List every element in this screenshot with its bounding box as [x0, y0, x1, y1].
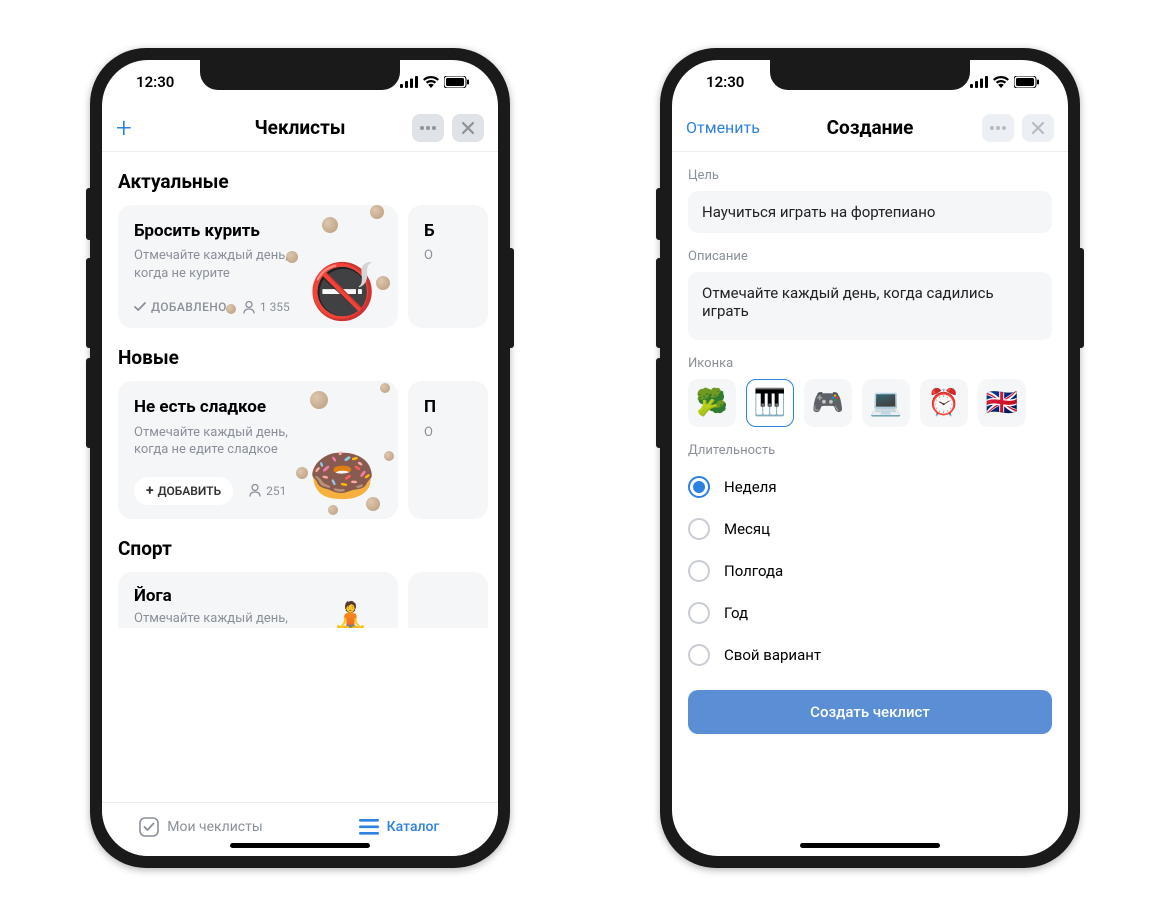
- phone-left: 12:30 + Чеклисты Актуальные: [90, 48, 510, 868]
- duration-option[interactable]: Неделя: [688, 466, 1052, 508]
- card-title: Не есть сладкое: [134, 397, 274, 417]
- notch: [770, 60, 970, 90]
- duration-option[interactable]: Месяц: [688, 508, 1052, 550]
- broccoli-icon[interactable]: 🥦: [688, 379, 736, 427]
- card-desc: Отмечайте каждый день,: [134, 610, 294, 628]
- card-peek-1[interactable]: Б О: [408, 205, 488, 328]
- donut-icon: 🍩: [309, 445, 376, 508]
- duration-option-label: Неделя: [724, 478, 777, 496]
- participants-count: 251: [249, 484, 286, 498]
- home-indicator: [230, 843, 370, 848]
- section-current-title: Актуальные: [118, 170, 498, 193]
- notch: [200, 60, 400, 90]
- duration-option-label: Свой вариант: [724, 646, 821, 664]
- battery-icon: [1014, 76, 1040, 88]
- duration-label: Длительность: [688, 443, 1052, 458]
- radio-icon: [688, 644, 710, 666]
- page-title: Создание: [776, 116, 964, 139]
- duration-options: Неделя Месяц Полгода Год Свой вариант: [688, 466, 1052, 676]
- card-title: Бросить курить: [134, 221, 274, 241]
- screen-left: 12:30 + Чеклисты Актуальные: [102, 60, 498, 856]
- close-icon: [462, 122, 474, 134]
- radio-icon: [688, 560, 710, 582]
- more-icon: [990, 126, 1006, 130]
- screen-right: 12:30 Отменить Создание Цель: [672, 60, 1068, 856]
- duration-option-label: Год: [724, 604, 748, 622]
- form-content: Цель Научиться играть на фортепиано Опис…: [672, 152, 1068, 856]
- description-label: Описание: [688, 249, 1052, 264]
- signal-icon: [400, 76, 418, 88]
- card-desc: Отмечайте каждый день, когда не курите: [134, 247, 294, 282]
- list-icon: [359, 819, 379, 835]
- cancel-button[interactable]: Отменить: [686, 118, 760, 137]
- battery-icon: [444, 76, 470, 88]
- goal-input[interactable]: Научиться играть на фортепиано: [688, 191, 1052, 233]
- add-button[interactable]: +: [116, 114, 132, 142]
- duration-option-label: Полгода: [724, 562, 783, 580]
- close-button[interactable]: [1022, 114, 1054, 142]
- duration-option[interactable]: Полгода: [688, 550, 1052, 592]
- card-yoga[interactable]: Йога Отмечайте каждый день, 🧘: [118, 572, 398, 628]
- goal-label: Цель: [688, 168, 1052, 183]
- card-peek-3[interactable]: [408, 572, 488, 628]
- radio-icon: [688, 476, 710, 498]
- more-button[interactable]: [412, 114, 444, 142]
- add-to-list-button[interactable]: + ДОБАВИТЬ: [134, 477, 233, 505]
- close-icon: [1032, 122, 1044, 134]
- added-badge: ДОБАВЛЕНО: [134, 300, 227, 314]
- description-input[interactable]: Отмечайте каждый день, когда садились иг…: [688, 272, 1052, 340]
- wifi-icon: [993, 76, 1009, 88]
- card-peek-2[interactable]: П О: [408, 381, 488, 518]
- nav-bar: + Чеклисты: [102, 104, 498, 152]
- person-icon: [249, 484, 261, 497]
- status-indicators: [400, 76, 470, 88]
- main-content: Актуальные Бросить курить Отмечайте кажд…: [102, 152, 498, 802]
- gamepad-icon[interactable]: 🎮: [804, 379, 852, 427]
- phone-right: 12:30 Отменить Создание Цель: [660, 48, 1080, 868]
- yoga-icon: 🧘: [333, 600, 368, 628]
- duration-option[interactable]: Свой вариант: [688, 634, 1052, 676]
- card-no-sweets[interactable]: Не есть сладкое Отмечайте каждый день, к…: [118, 381, 398, 518]
- wifi-icon: [423, 76, 439, 88]
- home-indicator: [800, 843, 940, 848]
- participants-count: 1 355: [243, 300, 290, 314]
- section-new-title: Новые: [118, 346, 498, 369]
- status-time: 12:30: [706, 73, 744, 91]
- page-title: Чеклисты: [206, 116, 394, 139]
- signal-icon: [970, 76, 988, 88]
- card-desc: Отмечайте каждый день, когда не едите сл…: [134, 424, 294, 459]
- no-smoking-icon: 🚭: [309, 261, 376, 324]
- duration-option-label: Месяц: [724, 520, 770, 538]
- card-title: Йога: [134, 586, 274, 606]
- icon-label: Иконка: [688, 356, 1052, 371]
- more-button[interactable]: [982, 114, 1014, 142]
- flag-uk-icon[interactable]: 🇬🇧: [978, 379, 1026, 427]
- create-checklist-button[interactable]: Создать чеклист: [688, 690, 1052, 734]
- duration-option[interactable]: Год: [688, 592, 1052, 634]
- laptop-icon[interactable]: 💻: [862, 379, 910, 427]
- nav-bar: Отменить Создание: [672, 104, 1068, 152]
- card-quit-smoking[interactable]: Бросить курить Отмечайте каждый день, ко…: [118, 205, 398, 328]
- status-indicators: [970, 76, 1040, 88]
- alarm-icon[interactable]: ⏰: [920, 379, 968, 427]
- icon-picker: 🥦🎹🎮💻⏰🇬🇧: [688, 379, 1052, 427]
- more-icon: [420, 126, 436, 130]
- check-icon: [134, 302, 146, 312]
- checkbox-icon: [139, 817, 159, 837]
- piano-icon[interactable]: 🎹: [746, 379, 794, 427]
- close-button[interactable]: [452, 114, 484, 142]
- radio-icon: [688, 602, 710, 624]
- status-time: 12:30: [136, 73, 174, 91]
- section-sport-title: Спорт: [118, 537, 498, 560]
- radio-icon: [688, 518, 710, 540]
- person-icon: [243, 301, 255, 314]
